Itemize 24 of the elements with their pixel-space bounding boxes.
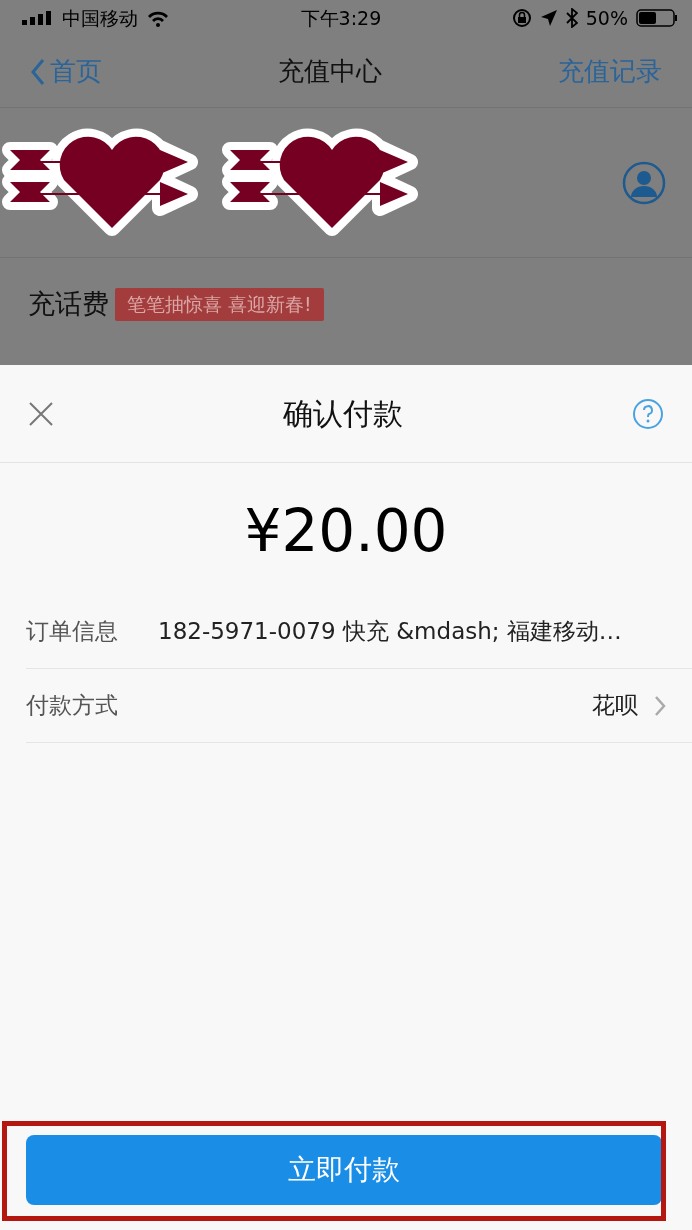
carrier-name: 中国移动	[62, 5, 138, 31]
page-title: 充值中心	[277, 55, 383, 88]
wifi-icon	[146, 9, 170, 27]
location-icon	[539, 9, 558, 27]
help-icon[interactable]	[632, 397, 664, 430]
status-time: 下午3:29	[299, 5, 383, 31]
sheet-title: 确认付款	[283, 395, 403, 433]
row-label: 付款方式	[26, 691, 119, 721]
row-value[interactable]: 花呗	[592, 688, 638, 723]
chevron-right-icon	[654, 694, 666, 717]
bluetooth-icon	[565, 8, 578, 28]
signal-icon	[22, 11, 54, 25]
battery-percent: 50%	[585, 5, 628, 31]
row-value: 182-5971-0079 快充 &mdash; 福建移动…	[158, 617, 622, 647]
row-label: 订单信息	[26, 617, 119, 647]
back-chevron-icon	[30, 57, 46, 86]
pay-now-button[interactable]: 立即付款	[26, 1135, 662, 1205]
amount-text: ¥20.00	[244, 497, 448, 565]
rotation-lock-icon	[511, 8, 532, 28]
close-icon[interactable]	[28, 400, 54, 427]
section-title: 充话费	[28, 287, 109, 321]
battery-icon	[636, 9, 678, 27]
promo-tag: 笔笔抽惊喜 喜迎新春!	[115, 288, 324, 321]
avatar-icon	[622, 160, 666, 205]
